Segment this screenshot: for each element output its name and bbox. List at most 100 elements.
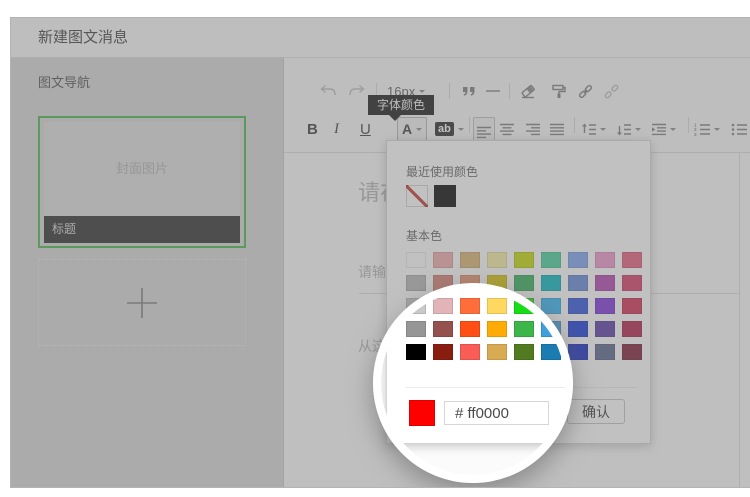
palette-swatch[interactable]	[595, 344, 615, 360]
screenshot-stage: 新建图文消息 图文导航 封面图片 标题	[0, 0, 750, 497]
add-article-button[interactable]	[38, 259, 246, 346]
background-color-button[interactable]: ab	[435, 117, 464, 141]
chevron-down-icon	[635, 128, 641, 134]
palette-swatch[interactable]	[487, 275, 507, 291]
palette-swatch[interactable]	[514, 321, 534, 337]
palette-swatch[interactable]	[487, 321, 507, 337]
palette-swatch[interactable]	[622, 344, 642, 360]
palette-swatch[interactable]	[514, 252, 534, 268]
palette-swatch[interactable]	[433, 298, 453, 314]
palette-swatch[interactable]	[622, 321, 642, 337]
article-card[interactable]: 封面图片 标题	[38, 116, 246, 248]
horizontal-rule-icon	[484, 84, 502, 98]
palette-swatch[interactable]	[406, 321, 426, 337]
palette-swatch[interactable]	[514, 344, 534, 360]
toolbar-separator	[449, 83, 450, 99]
bold-button[interactable]: B	[307, 117, 318, 141]
header: 新建图文消息	[11, 18, 750, 58]
palette-swatch[interactable]	[406, 252, 426, 268]
redo-icon	[348, 84, 366, 98]
palette-swatch[interactable]	[622, 298, 642, 314]
toolbar-separator	[509, 83, 510, 99]
palette-swatch[interactable]	[460, 298, 480, 314]
palette-swatch[interactable]	[487, 344, 507, 360]
ordered-list-icon: 1 2 3	[694, 123, 711, 136]
italic-button[interactable]: I	[334, 117, 339, 141]
no-color-swatch[interactable]	[406, 185, 428, 207]
palette-swatch[interactable]	[487, 252, 507, 268]
editor-window: 新建图文消息 图文导航 封面图片 标题	[10, 17, 750, 488]
palette-swatch[interactable]	[568, 321, 588, 337]
palette-swatch[interactable]	[541, 321, 561, 337]
font-color-letter: A	[402, 121, 412, 137]
redo-button[interactable]	[348, 83, 366, 99]
underline-button[interactable]: U	[360, 117, 371, 141]
palette-swatch[interactable]	[568, 252, 588, 268]
editor-toolbar: 16px	[284, 58, 750, 153]
palette-swatch[interactable]	[460, 321, 480, 337]
palette-swatch[interactable]	[406, 298, 426, 314]
palette-swatch[interactable]	[460, 344, 480, 360]
palette-swatch[interactable]	[541, 252, 561, 268]
recent-color-swatch[interactable]	[434, 185, 456, 207]
palette-swatch[interactable]	[595, 298, 615, 314]
indent-button[interactable]	[651, 117, 676, 141]
line-height-icon	[581, 123, 597, 136]
palette-swatch[interactable]	[622, 252, 642, 268]
picker-divider	[406, 387, 637, 388]
hex-color-input[interactable]	[444, 401, 549, 425]
link-icon	[577, 84, 594, 99]
align-right-icon	[525, 123, 541, 136]
palette-swatch[interactable]	[433, 252, 453, 268]
cover-image-placeholder: 封面图片	[44, 122, 240, 216]
palette-swatch[interactable]	[433, 275, 453, 291]
font-color-button[interactable]: A	[397, 117, 427, 141]
toolbar-separator	[688, 117, 689, 133]
palette-swatch[interactable]	[595, 321, 615, 337]
palette-swatch[interactable]	[622, 275, 642, 291]
unordered-list-button[interactable]	[731, 117, 750, 141]
paragraph-spacing-button[interactable]	[616, 117, 641, 141]
palette-swatch[interactable]	[595, 252, 615, 268]
palette-swatch[interactable]	[460, 252, 480, 268]
palette-swatch[interactable]	[406, 344, 426, 360]
palette-swatch[interactable]	[433, 321, 453, 337]
basic-color-grid	[406, 252, 642, 360]
confirm-button[interactable]: 确认	[567, 399, 625, 424]
palette-swatch[interactable]	[433, 344, 453, 360]
ordered-list-button[interactable]: 1 2 3	[694, 117, 720, 141]
eraser-button[interactable]	[519, 83, 537, 99]
palette-swatch[interactable]	[514, 275, 534, 291]
chevron-down-icon	[458, 128, 464, 134]
line-height-button[interactable]	[581, 117, 606, 141]
format-brush-button[interactable]	[550, 83, 566, 99]
palette-swatch[interactable]	[541, 275, 561, 291]
palette-swatch[interactable]	[595, 275, 615, 291]
blockquote-icon	[461, 84, 477, 98]
palette-swatch[interactable]	[487, 298, 507, 314]
link-button[interactable]	[577, 83, 594, 99]
plus-icon	[125, 286, 159, 320]
align-center-button[interactable]	[499, 117, 515, 141]
palette-swatch[interactable]	[541, 344, 561, 360]
chevron-down-icon	[714, 128, 720, 134]
background-color-badge: ab	[435, 122, 454, 136]
align-justify-button[interactable]	[549, 117, 565, 141]
basic-colors-label: 基本色	[406, 227, 442, 244]
font-color-tooltip: 字体颜色	[368, 95, 434, 115]
chevron-down-icon	[600, 128, 606, 134]
palette-swatch[interactable]	[568, 344, 588, 360]
undo-button[interactable]	[319, 83, 337, 99]
horizontal-rule-button[interactable]	[484, 83, 502, 99]
blockquote-button[interactable]	[461, 83, 477, 99]
unlink-button[interactable]	[603, 83, 620, 99]
palette-swatch[interactable]	[460, 275, 480, 291]
toolbar-separator	[469, 117, 470, 133]
palette-swatch[interactable]	[541, 298, 561, 314]
palette-swatch[interactable]	[514, 298, 534, 314]
align-right-button[interactable]	[525, 117, 541, 141]
palette-swatch[interactable]	[568, 298, 588, 314]
sidebar-nav-label: 图文导航	[38, 72, 90, 91]
palette-swatch[interactable]	[406, 275, 426, 291]
palette-swatch[interactable]	[568, 275, 588, 291]
